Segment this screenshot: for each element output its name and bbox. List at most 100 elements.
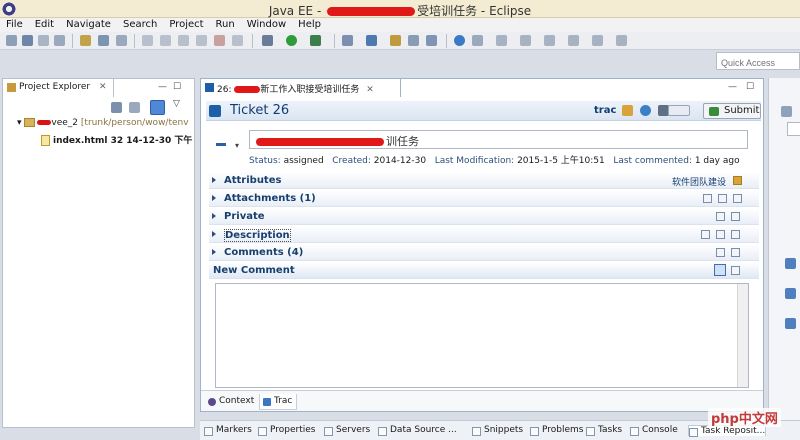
debug-tools-icon[interactable] (262, 35, 273, 46)
expand-arrow-icon[interactable] (212, 213, 216, 219)
last-edit-icon[interactable] (568, 35, 579, 46)
stop-icon[interactable] (214, 35, 225, 46)
view-markers[interactable]: Markers (204, 425, 252, 436)
tree-file-row[interactable]: index.html 32 14-12-30 下午 (41, 133, 192, 146)
forward-icon[interactable] (616, 35, 627, 46)
menu-navigate[interactable]: Navigate (60, 18, 117, 32)
pause-icon[interactable] (196, 35, 207, 46)
task-list-icon[interactable] (781, 106, 792, 117)
chevron-down-icon[interactable]: ▽ (173, 99, 180, 109)
new-server-icon[interactable] (342, 35, 353, 46)
minimize-icon[interactable]: — (158, 82, 167, 92)
chevron-down-icon[interactable]: ▾ (235, 141, 239, 150)
globe-icon[interactable] (454, 35, 465, 46)
maximize-icon[interactable] (731, 212, 740, 221)
synchronize-icon[interactable] (622, 105, 633, 116)
new-icon[interactable] (6, 35, 17, 46)
section-private[interactable]: Private (209, 208, 759, 225)
section-attributes[interactable]: Attributes 软件团队建设 (209, 172, 759, 189)
view-tasks[interactable]: Tasks (586, 425, 622, 436)
maximize-icon[interactable] (731, 230, 740, 239)
menu-window[interactable]: Window (241, 18, 292, 32)
undo-icon[interactable] (142, 35, 153, 46)
attach-file-icon[interactable] (718, 194, 727, 203)
expand-arrow-icon[interactable] (212, 195, 216, 201)
disconnect-icon[interactable] (232, 35, 243, 46)
view-menu-toggle-icon[interactable] (150, 100, 165, 115)
annotation-icon[interactable] (472, 35, 483, 46)
comment-scrollbar[interactable] (737, 284, 748, 387)
synchronize-icon[interactable] (733, 176, 742, 185)
outline-icon[interactable] (785, 318, 796, 329)
collapse-all-icon[interactable] (716, 248, 725, 257)
notes-icon[interactable] (716, 212, 725, 221)
view-snippets[interactable]: Snippets (472, 425, 523, 436)
next-annotation-icon[interactable] (520, 35, 531, 46)
edit-icon[interactable] (714, 264, 726, 276)
summary-field[interactable]: 训任务 (249, 130, 748, 149)
maximize-icon[interactable] (731, 266, 740, 275)
expand-arrow-icon[interactable] (212, 249, 216, 255)
expand-arrow-icon[interactable] (212, 177, 216, 183)
menu-project[interactable]: Project (163, 18, 209, 32)
tab-trac[interactable]: Trac (259, 394, 298, 410)
view-dropdown-icon[interactable] (668, 105, 690, 116)
redo-icon[interactable] (160, 35, 171, 46)
view-data-source[interactable]: Data Source ... (378, 425, 457, 436)
close-icon[interactable]: ✕ (99, 82, 107, 92)
search-icon[interactable] (426, 35, 437, 46)
find-field[interactable] (787, 122, 800, 136)
expand-arrow-icon[interactable] (212, 231, 216, 237)
save-icon[interactable] (22, 35, 33, 46)
section-description[interactable]: Description (209, 226, 759, 243)
project-explorer-tab[interactable]: Project Explorer ✕ (3, 79, 114, 97)
new-web-project-icon[interactable] (366, 35, 377, 46)
properties-icon[interactable] (80, 35, 91, 46)
edit-icon[interactable] (716, 230, 725, 239)
preview-icon[interactable] (701, 230, 710, 239)
tree-project-row[interactable]: ▾ vee_2 [trunk/person/wow/tenv (17, 118, 189, 128)
new-comment-textarea[interactable] (215, 283, 749, 388)
editor-tab[interactable]: 26: 新工作入职接受培训任务 ✕ (201, 79, 401, 97)
open-type-icon[interactable] (390, 35, 401, 46)
menu-edit[interactable]: Edit (29, 18, 60, 32)
minimize-icon[interactable]: — (728, 82, 737, 92)
collapse-all-icon[interactable] (111, 102, 122, 113)
save-all-icon[interactable] (38, 35, 49, 46)
section-new-comment[interactable]: New Comment (209, 262, 759, 279)
quick-access-input[interactable] (716, 52, 800, 70)
view-problems[interactable]: Problems (530, 425, 583, 436)
maximize-icon[interactable]: ☐ (746, 82, 754, 92)
submit-button[interactable]: Submit (703, 103, 761, 119)
outline-icon[interactable] (98, 35, 109, 46)
menu-file[interactable]: File (0, 18, 29, 32)
menu-search[interactable]: Search (117, 18, 163, 32)
expand-arrow-icon[interactable]: ▾ (17, 118, 22, 128)
open-task-icon[interactable] (408, 35, 419, 46)
outline-icon[interactable] (785, 258, 796, 269)
external-tools-icon[interactable] (310, 35, 321, 46)
step-icon[interactable] (178, 35, 189, 46)
prev-annotation-icon[interactable] (544, 35, 555, 46)
menu-run[interactable]: Run (210, 18, 241, 32)
print-icon[interactable] (54, 35, 65, 46)
section-comments[interactable]: Comments (4) (209, 244, 759, 261)
open-browser-icon[interactable] (640, 105, 651, 116)
section-attachments[interactable]: Attachments (1) (209, 190, 759, 207)
pin-icon[interactable] (496, 35, 507, 46)
outline-icon[interactable] (785, 288, 796, 299)
tab-context[interactable]: Context (205, 394, 258, 410)
view-properties[interactable]: Properties (258, 425, 315, 436)
back-icon[interactable] (592, 35, 603, 46)
close-icon[interactable]: ✕ (366, 85, 374, 95)
maximize-icon[interactable]: ☐ (173, 82, 181, 92)
menu-help[interactable]: Help (292, 18, 327, 32)
link-editor-icon[interactable] (129, 102, 140, 113)
attach-context-icon[interactable] (733, 194, 742, 203)
expand-all-icon[interactable] (731, 248, 740, 257)
run-icon[interactable] (286, 35, 297, 46)
attach-screenshot-icon[interactable] (703, 194, 712, 203)
view-servers[interactable]: Servers (324, 425, 370, 436)
format-icon[interactable] (116, 35, 127, 46)
view-console[interactable]: Console (630, 425, 678, 436)
